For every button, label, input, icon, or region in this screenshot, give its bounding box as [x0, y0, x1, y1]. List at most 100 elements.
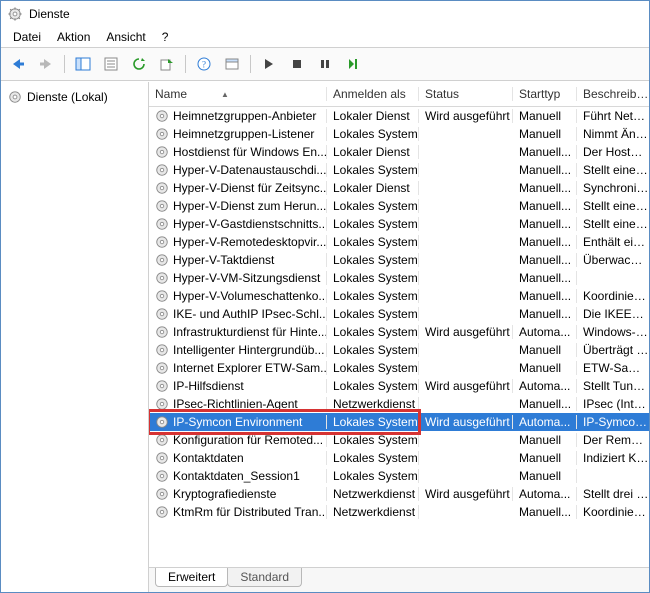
cell-starttype: Manuell...: [513, 271, 577, 285]
table-row[interactable]: Hyper-V-Gastdienstschnitts...Lokales Sys…: [149, 215, 649, 233]
console-tree[interactable]: Dienste (Lokal): [1, 82, 149, 592]
cell-name: Hyper-V-Volumeschattenko...: [149, 289, 327, 303]
column-status[interactable]: Status: [419, 87, 513, 101]
cell-starttype: Manuell...: [513, 235, 577, 249]
service-name: IP-Hilfsdienst: [173, 379, 244, 393]
cell-starttype: Manuell: [513, 433, 577, 447]
table-row[interactable]: Hyper-V-Volumeschattenko...Lokales Syste…: [149, 287, 649, 305]
tree-root-services[interactable]: Dienste (Lokal): [3, 86, 146, 108]
cell-name: Konfiguration für Remoted...: [149, 433, 327, 447]
cell-starttype: Manuell...: [513, 289, 577, 303]
cell-status: Wird ausgeführt: [419, 109, 513, 123]
cell-description: Synchronisier...: [577, 181, 649, 195]
cell-starttype: Manuell...: [513, 181, 577, 195]
cell-name: Intelligenter Hintergrundüb...: [149, 343, 327, 357]
menu-help[interactable]: ?: [154, 28, 177, 46]
table-row[interactable]: Intelligenter Hintergrundüb...Lokales Sy…: [149, 341, 649, 359]
table-row[interactable]: Hyper-V-Dienst für Zeitsync...Lokaler Di…: [149, 179, 649, 197]
table-row[interactable]: Hyper-V-Dienst zum Herun...Lokales Syste…: [149, 197, 649, 215]
table-row[interactable]: Hyper-V-TaktdienstLokales SystemManuell.…: [149, 251, 649, 269]
titlebar[interactable]: Dienste: [1, 1, 649, 27]
menubar: Datei Aktion Ansicht ?: [1, 27, 649, 48]
table-row[interactable]: IP-HilfsdienstLokales SystemWird ausgefü…: [149, 377, 649, 395]
column-description[interactable]: Beschreibung: [577, 87, 649, 101]
services-window: Dienste Datei Aktion Ansicht ? ?: [0, 0, 650, 593]
menu-file[interactable]: Datei: [5, 28, 49, 46]
cell-logon: Lokales System: [327, 433, 419, 447]
table-row[interactable]: Internet Explorer ETW-Sam...Lokales Syst…: [149, 359, 649, 377]
forward-button[interactable]: [33, 52, 59, 76]
table-row[interactable]: KtmRm für Distributed Tran...Netzwerkdie…: [149, 503, 649, 521]
toolbar: ?: [1, 48, 649, 81]
table-row[interactable]: Hyper-V-Datenaustauschdi...Lokales Syste…: [149, 161, 649, 179]
table-row[interactable]: IP-Symcon EnvironmentLokales SystemWird …: [149, 413, 649, 431]
service-name: Hyper-V-Taktdienst: [173, 253, 274, 267]
table-row[interactable]: Hostdienst für Windows En...Lokaler Dien…: [149, 143, 649, 161]
cell-description: Der Remoted...: [577, 433, 649, 447]
service-name: Internet Explorer ETW-Sam...: [173, 361, 327, 375]
cell-logon: Lokales System: [327, 271, 419, 285]
table-row[interactable]: KryptografiediensteNetzwerkdienstWird au…: [149, 485, 649, 503]
cell-description: Überträgt Dat...: [577, 343, 649, 357]
cell-starttype: Manuell...: [513, 397, 577, 411]
menu-action[interactable]: Aktion: [49, 28, 98, 46]
table-row[interactable]: Infrastrukturdienst für Hinte...Lokales …: [149, 323, 649, 341]
cell-logon: Lokales System: [327, 199, 419, 213]
cell-starttype: Manuell...: [513, 163, 577, 177]
pause-service-button[interactable]: [312, 52, 338, 76]
table-row[interactable]: Heimnetzgruppen-AnbieterLokaler DienstWi…: [149, 107, 649, 125]
restart-service-button[interactable]: [340, 52, 366, 76]
column-name[interactable]: Name ▲: [149, 87, 327, 101]
cell-logon: Lokales System: [327, 469, 419, 483]
stop-service-button[interactable]: [284, 52, 310, 76]
tab-extended[interactable]: Erweitert: [155, 568, 228, 587]
show-hide-tree-button[interactable]: [70, 52, 96, 76]
console-tree-button[interactable]: [219, 52, 245, 76]
svg-text:?: ?: [202, 60, 206, 70]
column-logon[interactable]: Anmelden als: [327, 87, 419, 101]
column-starttype[interactable]: Starttyp: [513, 87, 577, 101]
cell-name: Heimnetzgruppen-Anbieter: [149, 109, 327, 123]
cell-description: Stellt einen M...: [577, 199, 649, 213]
properties-button[interactable]: [98, 52, 124, 76]
gear-icon: [155, 487, 169, 501]
table-row[interactable]: Konfiguration für Remoted...Lokales Syst…: [149, 431, 649, 449]
cell-status: Wird ausgeführt: [419, 379, 513, 393]
service-name: Hyper-V-Datenaustauschdi...: [173, 163, 326, 177]
cell-logon: Lokaler Dienst: [327, 181, 419, 195]
table-row[interactable]: Hyper-V-VM-SitzungsdienstLokales SystemM…: [149, 269, 649, 287]
table-row[interactable]: IKE- und AuthIP IPsec-Schl...Lokales Sys…: [149, 305, 649, 323]
cell-description: Führt Netzwe...: [577, 109, 649, 123]
cell-description: Der Hostdien...: [577, 145, 649, 159]
sort-asc-icon: ▲: [221, 90, 229, 99]
table-row[interactable]: KontaktdatenLokales SystemManuellIndizie…: [149, 449, 649, 467]
service-name: Kryptografiedienste: [173, 487, 276, 501]
gear-icon: [155, 469, 169, 483]
table-row[interactable]: Kontaktdaten_Session1Lokales SystemManue…: [149, 467, 649, 485]
gear-icon: [155, 307, 169, 321]
start-service-button[interactable]: [256, 52, 282, 76]
cell-logon: Lokales System: [327, 127, 419, 141]
cell-starttype: Manuell...: [513, 217, 577, 231]
service-name: Hyper-V-Gastdienstschnitts...: [173, 217, 327, 231]
table-row[interactable]: Heimnetzgruppen-ListenerLokales SystemMa…: [149, 125, 649, 143]
export-button[interactable]: [154, 52, 180, 76]
cell-name: Infrastrukturdienst für Hinte...: [149, 325, 327, 339]
table-row[interactable]: Hyper-V-Remotedesktopvir...Lokales Syste…: [149, 233, 649, 251]
refresh-button[interactable]: [126, 52, 152, 76]
menu-view[interactable]: Ansicht: [98, 28, 153, 46]
gear-icon: [155, 145, 169, 159]
back-button[interactable]: [5, 52, 31, 76]
cell-description: Koordiniert di...: [577, 289, 649, 303]
table-row[interactable]: IPsec-Richtlinien-AgentNetzwerkdienstMan…: [149, 395, 649, 413]
services-grid[interactable]: Heimnetzgruppen-Anbieter Lokaler Dienst Wi…: [149, 107, 649, 567]
cell-description: Indiziert Kont...: [577, 451, 649, 465]
cell-starttype: Manuell...: [513, 307, 577, 321]
gear-icon: [155, 217, 169, 231]
help-button[interactable]: ?: [191, 52, 217, 76]
cell-description: Stellt drei Ver...: [577, 487, 649, 501]
cell-logon: Lokales System: [327, 253, 419, 267]
column-headers: Name ▲ Anmelden als Status Starttyp Besc…: [149, 82, 649, 107]
tab-standard[interactable]: Standard: [227, 568, 302, 587]
service-name: Hyper-V-Volumeschattenko...: [173, 289, 327, 303]
